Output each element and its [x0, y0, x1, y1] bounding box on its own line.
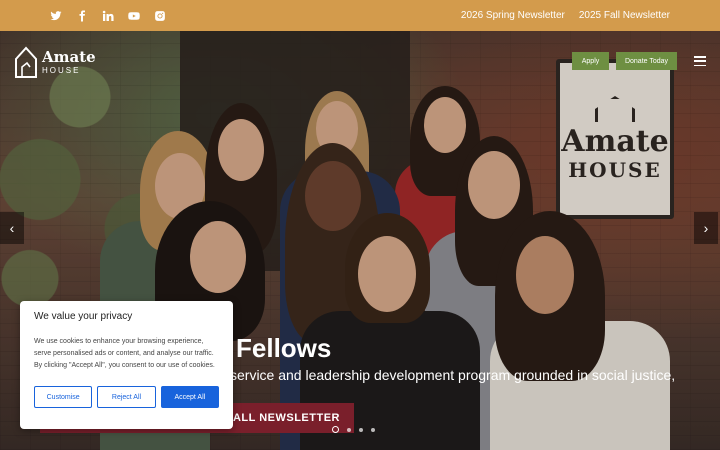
twitter-icon[interactable]	[50, 10, 62, 22]
slider-dot[interactable]	[347, 427, 351, 432]
accept-all-button[interactable]: Accept All	[160, 386, 219, 408]
slider-dot[interactable]	[332, 426, 339, 433]
slider-dots	[332, 426, 375, 433]
donate-button[interactable]: Donate Today	[616, 52, 677, 70]
fall-newsletter-link[interactable]: 2025 Fall Newsletter	[579, 10, 670, 21]
logo-subtext: HOUSE	[42, 65, 81, 75]
linkedin-icon[interactable]	[102, 10, 114, 22]
instagram-icon[interactable]	[154, 10, 166, 22]
spring-newsletter-link[interactable]: 2026 Spring Newsletter	[461, 10, 565, 21]
customise-button[interactable]: Customise	[34, 386, 93, 408]
hero-title: Fellows	[236, 333, 332, 363]
chevron-left-icon: ‹	[9, 220, 15, 236]
slider-next-arrow[interactable]: ›	[694, 212, 718, 244]
chevron-right-icon: ›	[703, 220, 709, 236]
apply-button[interactable]: Apply	[572, 52, 609, 70]
social-links	[50, 10, 166, 22]
reject-all-button[interactable]: Reject All	[97, 386, 156, 408]
house-logo-icon	[15, 46, 37, 78]
cookie-body: We use cookies to enhance your browsing …	[34, 338, 215, 369]
top-bar: 2026 Spring Newsletter 2025 Fall Newslet…	[0, 0, 720, 31]
hero-subtitle: service and leadership development progr…	[230, 367, 676, 383]
facebook-icon[interactable]	[76, 10, 88, 22]
newsletter-links: 2026 Spring Newsletter 2025 Fall Newslet…	[461, 10, 670, 21]
logo-text: Amate	[42, 47, 96, 66]
slider-dot[interactable]	[371, 427, 375, 432]
slider-dot[interactable]	[359, 427, 363, 432]
hamburger-menu-icon[interactable]	[694, 56, 706, 66]
amate-house-logo[interactable]: Amate HOUSE	[14, 45, 96, 79]
cookie-consent-banner: We value your privacy We use cookies to …	[20, 301, 233, 429]
cookie-title: We value your privacy	[34, 311, 133, 322]
youtube-icon[interactable]	[128, 10, 140, 22]
slider-prev-arrow[interactable]: ‹	[0, 212, 24, 244]
